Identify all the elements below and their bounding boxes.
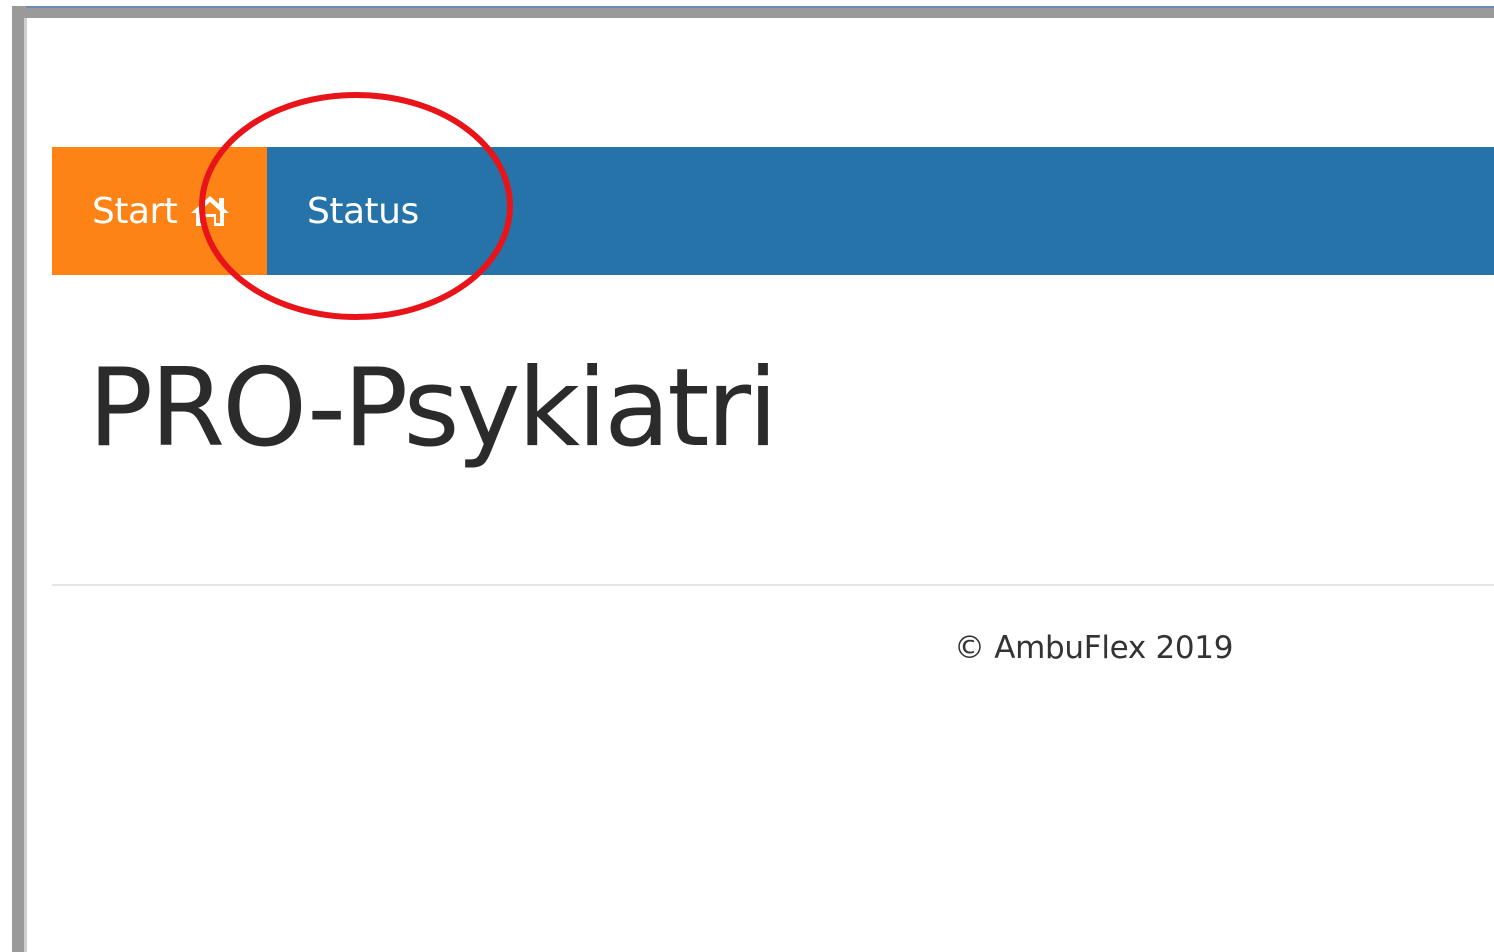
window-top-accent bbox=[12, 6, 1494, 8]
top-navbar: Start Status bbox=[52, 147, 1494, 275]
browser-window: Start Status PRO-Psykiatri © AmbuFlex 20… bbox=[0, 0, 1494, 952]
nav-start-label: Start bbox=[92, 190, 178, 232]
window-left-inner-border bbox=[24, 18, 27, 952]
page-title: PRO-Psykiatri bbox=[88, 346, 778, 471]
footer-divider bbox=[52, 584, 1494, 586]
copyright-text: © AmbuFlex 2019 bbox=[954, 630, 1234, 666]
nav-start-link[interactable]: Start bbox=[52, 147, 267, 275]
nav-status-link[interactable]: Status bbox=[267, 147, 459, 275]
home-icon bbox=[191, 196, 230, 226]
